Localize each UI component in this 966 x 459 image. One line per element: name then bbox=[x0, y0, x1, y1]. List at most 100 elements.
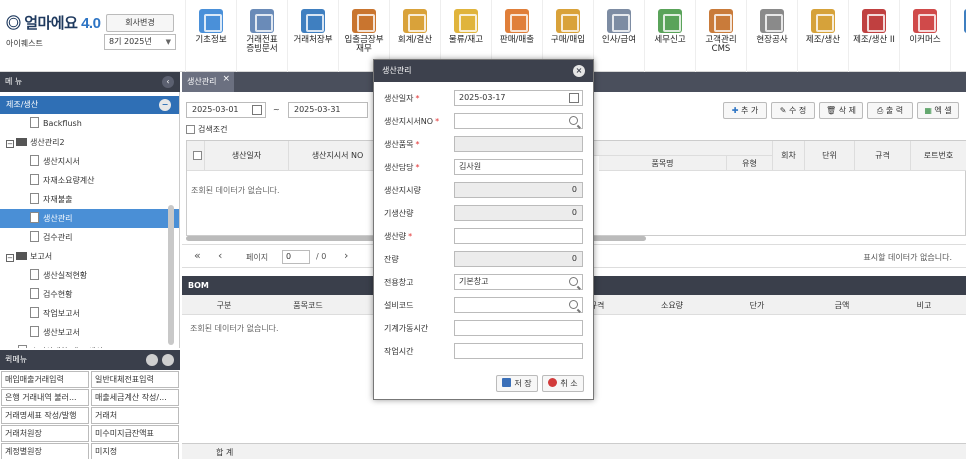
quick-menu-header: 퀵메뉴 bbox=[0, 350, 180, 370]
add-button[interactable]: ✚ 추 가 bbox=[723, 102, 767, 119]
form-row: 생산지시량 0 bbox=[374, 181, 593, 201]
search-icon[interactable] bbox=[569, 277, 578, 286]
minus-icon[interactable]: − bbox=[159, 99, 171, 111]
folder-icon bbox=[16, 138, 27, 146]
sidebar-item[interactable]: 검수현황 bbox=[0, 285, 179, 304]
date-from-input[interactable]: 2025-03-01 bbox=[186, 102, 266, 118]
calendar-icon[interactable] bbox=[569, 93, 579, 103]
save-button[interactable]: 저 장 bbox=[496, 375, 538, 392]
document-icon bbox=[30, 231, 39, 242]
sidebar-item[interactable]: 자재소요량계산 bbox=[0, 171, 179, 190]
prev-page-icon[interactable]: ‹ bbox=[218, 249, 222, 262]
year-select[interactable]: 8기 2025년 ▼ bbox=[104, 34, 176, 50]
menu-icon bbox=[454, 9, 478, 33]
quick-menu-item[interactable]: 매입매출거래입력 bbox=[1, 371, 89, 388]
sidebar-item[interactable]: 자재불출 bbox=[0, 190, 179, 209]
form-field[interactable]: 2025-03-17 bbox=[454, 90, 583, 106]
company-change-button[interactable]: 회사변경 bbox=[106, 14, 174, 32]
excel-button[interactable]: ▦ 엑 셀 bbox=[917, 102, 959, 119]
checkbox[interactable] bbox=[186, 125, 195, 134]
sidebar-item[interactable]: 생산지시서 bbox=[0, 152, 179, 171]
delete-button[interactable]: 🗑 삭 제 bbox=[819, 102, 863, 119]
quick-menu-item[interactable]: 거래처 bbox=[91, 407, 179, 424]
menu-item[interactable]: 현장공사 bbox=[746, 0, 797, 72]
close-icon[interactable]: × bbox=[573, 65, 585, 77]
field-label: 기생산량 bbox=[384, 208, 413, 219]
search-condition[interactable]: 검색조건 bbox=[186, 124, 227, 135]
quick-menu-item[interactable]: 일반대체전표입력 bbox=[91, 371, 179, 388]
collapse-toggle-icon[interactable]: − bbox=[6, 254, 14, 262]
quick-menu-item[interactable]: 은행 거래내역 불러... bbox=[1, 389, 89, 406]
quick-menu-item[interactable]: 미지정 bbox=[91, 443, 179, 459]
form-row: 생산일자 * 2025-03-17 bbox=[374, 89, 593, 109]
field-label: 생산지시량 bbox=[384, 185, 421, 196]
sidebar-item[interactable]: 작업보고서 bbox=[0, 304, 179, 323]
quick-menu-item[interactable]: 미수미지급잔액표 bbox=[91, 425, 179, 442]
sidebar-item[interactable]: − 생산관리2 bbox=[0, 133, 179, 152]
sidebar-item[interactable]: 생산보고서 bbox=[0, 323, 179, 342]
menu-item[interactable]: 거래전표 증빙문서 bbox=[236, 0, 287, 72]
search-icon[interactable] bbox=[569, 300, 578, 309]
page-input[interactable]: 0 bbox=[282, 250, 310, 264]
sidebar-scrollbar[interactable] bbox=[168, 205, 174, 345]
search-icon[interactable] bbox=[569, 116, 578, 125]
document-icon bbox=[30, 288, 39, 299]
bom-col-header: 품목코드 bbox=[293, 301, 323, 310]
menu-item[interactable]: 세무신고 bbox=[644, 0, 695, 72]
grid-checkbox-header[interactable] bbox=[187, 141, 205, 171]
menu-item[interactable]: 거래처장부 bbox=[287, 0, 338, 72]
dialog-header: 생산관리 × bbox=[374, 60, 593, 82]
tab-production-management[interactable]: 생산관리 × bbox=[182, 72, 234, 92]
menu-item[interactable]: 고객관리 CMS bbox=[695, 0, 746, 72]
date-to-input[interactable]: 2025-03-31 bbox=[288, 102, 368, 118]
menu-item[interactable]: 인사/급여 bbox=[593, 0, 644, 72]
menu-item[interactable]: 기초정보 bbox=[185, 0, 236, 72]
sidebar-item[interactable]: 생산관리 bbox=[0, 209, 179, 228]
field-label: 생산담당 * bbox=[384, 162, 419, 173]
form-field[interactable] bbox=[454, 113, 583, 129]
quick-menu-item[interactable]: 거래처원장 bbox=[1, 425, 89, 442]
document-icon bbox=[30, 174, 39, 185]
menu-item[interactable]: 이커머스 bbox=[899, 0, 950, 72]
date-from-value: 2025-03-01 bbox=[192, 105, 239, 114]
form-row: 설비코드 bbox=[374, 296, 593, 316]
checkbox[interactable] bbox=[192, 151, 202, 160]
collapse-toggle-icon[interactable]: − bbox=[6, 140, 14, 148]
print-button[interactable]: ⎙ 출 력 bbox=[867, 102, 913, 119]
form-field[interactable] bbox=[454, 297, 583, 313]
document-icon bbox=[30, 212, 39, 223]
form-field[interactable]: 기본창고 bbox=[454, 274, 583, 290]
menu-item[interactable]: 제조/생산 bbox=[797, 0, 848, 72]
quick-menu-item[interactable]: 계정별원장 bbox=[1, 443, 89, 459]
field-label: 작업시간 bbox=[384, 346, 413, 357]
chevron-down-icon[interactable] bbox=[162, 354, 174, 366]
gear-icon[interactable] bbox=[146, 354, 158, 366]
menu-item[interactable]: 상점 bbox=[950, 0, 966, 72]
sidebar-item-label: 생산지시서 bbox=[43, 157, 80, 166]
cancel-button[interactable]: 취 소 bbox=[542, 375, 584, 392]
sidebar-item[interactable]: 생산실적현황 bbox=[0, 266, 179, 285]
form-field[interactable] bbox=[454, 228, 583, 244]
tree-root-manufacturing[interactable]: 제조/생산 − bbox=[0, 96, 179, 114]
form-field[interactable] bbox=[454, 320, 583, 336]
sidebar-item-label: 생산관리2 bbox=[30, 138, 65, 147]
form-field[interactable] bbox=[454, 343, 583, 359]
form-field[interactable]: 김사원 bbox=[454, 159, 583, 175]
edit-button[interactable]: ✎ 수 정 bbox=[771, 102, 815, 119]
sidebar-item[interactable]: − 보고서 bbox=[0, 247, 179, 266]
menu-item[interactable]: 제조/생산 II bbox=[848, 0, 899, 72]
page-label: 페이지 bbox=[246, 253, 269, 262]
bom-col-header: 비고 bbox=[916, 301, 932, 310]
sidebar-item[interactable]: Backflush bbox=[0, 114, 179, 133]
first-page-icon[interactable]: « bbox=[194, 249, 201, 262]
collapse-icon[interactable]: ‹ bbox=[162, 76, 174, 88]
close-icon[interactable]: × bbox=[222, 69, 230, 89]
quick-menu-item[interactable]: 매출세금계산 작성/... bbox=[91, 389, 179, 406]
menu-item-label: 제조/생산 II bbox=[853, 35, 895, 45]
sidebar-item[interactable]: 수정삭제함(제조/생산) bbox=[0, 342, 179, 348]
sidebar-item[interactable]: 검수관리 bbox=[0, 228, 179, 247]
quick-menu-item[interactable]: 거래명세표 작성/발행 bbox=[1, 407, 89, 424]
menu-icon bbox=[250, 9, 274, 33]
calendar-icon[interactable] bbox=[252, 105, 262, 115]
next-page-icon[interactable]: › bbox=[344, 249, 348, 262]
